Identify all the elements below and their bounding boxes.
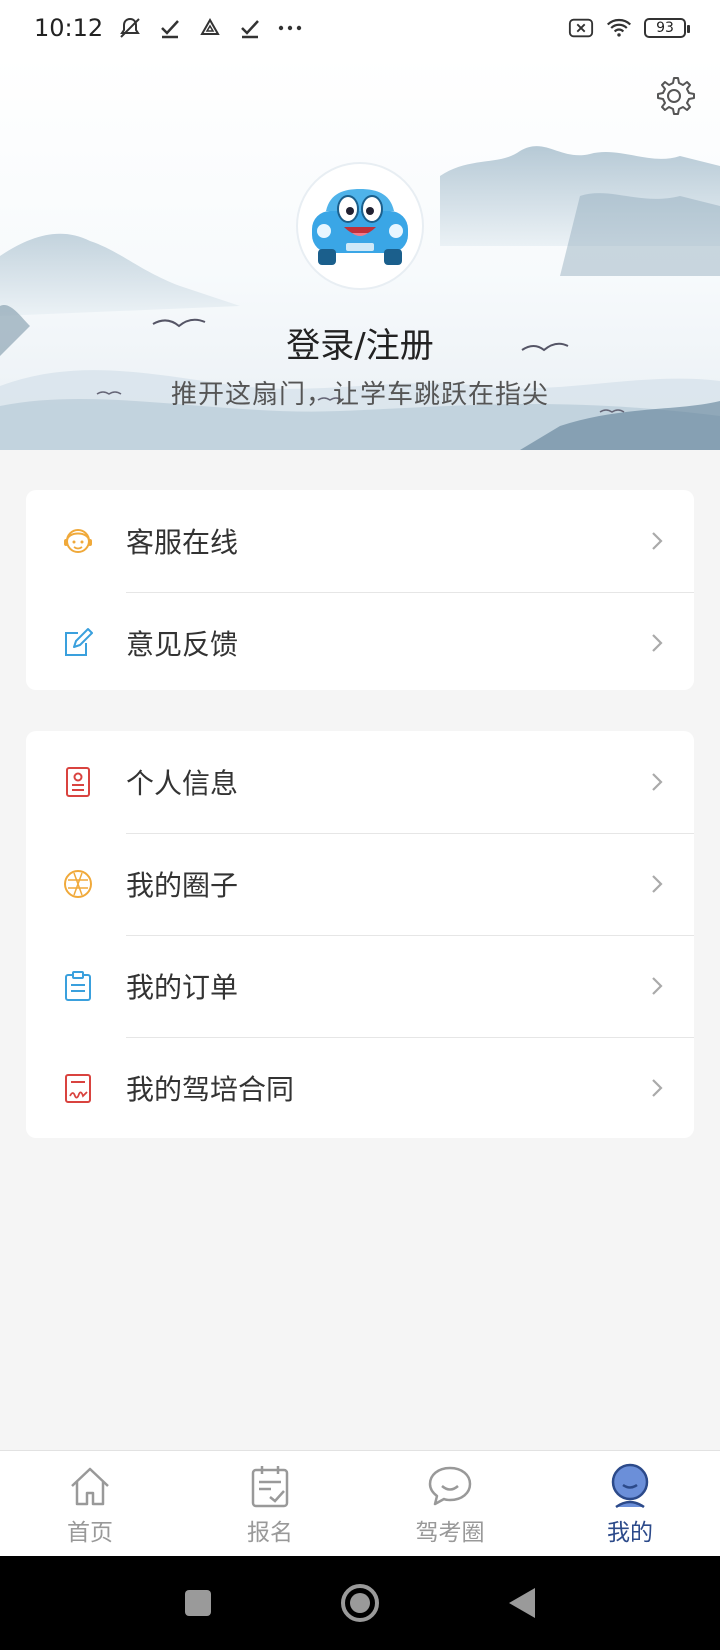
more-dots-icon xyxy=(277,15,303,41)
home-circle-icon xyxy=(341,1584,379,1622)
chevron-right-icon xyxy=(652,875,663,893)
menu-item-contract[interactable]: 我的驾培合同 xyxy=(26,1037,694,1139)
profile-header: 登录/注册 推开这扇门，让学车跳跃在指尖 xyxy=(0,56,720,450)
tab-label: 我的 xyxy=(607,1520,653,1546)
muted-notification-icon xyxy=(117,15,143,41)
menu-item-customer-service[interactable]: 客服在线 xyxy=(26,490,694,592)
menu-item-label: 我的订单 xyxy=(126,971,239,1004)
settings-button[interactable] xyxy=(652,74,696,118)
chevron-right-icon xyxy=(652,1079,663,1097)
tab-label: 驾考圈 xyxy=(415,1520,485,1546)
system-navigation-bar xyxy=(0,1556,720,1650)
menu-item-personal-info[interactable]: 个人信息 xyxy=(26,731,694,833)
gear-icon xyxy=(657,77,695,115)
menu-item-label: 个人信息 xyxy=(126,767,239,800)
home-button[interactable] xyxy=(338,1581,382,1625)
status-time: 10:12 xyxy=(34,14,104,42)
menu-item-label: 我的圈子 xyxy=(126,869,239,902)
chevron-right-icon xyxy=(652,773,663,791)
menu-group-personal: 个人信息 我的圈子 我的订单 我的驾培合同 xyxy=(26,731,694,1138)
signup-checklist-icon xyxy=(247,1463,293,1509)
menu-group-service: 客服在线 意见反馈 xyxy=(26,490,694,690)
recents-square-icon xyxy=(185,1590,211,1616)
check-icon xyxy=(237,15,263,41)
status-right: 93 xyxy=(568,15,690,41)
clipboard-icon xyxy=(62,970,94,1002)
battery-level: 93 xyxy=(656,20,674,36)
wifi-icon xyxy=(606,15,632,41)
user-face-icon xyxy=(607,1463,653,1509)
menu-item-my-orders[interactable]: 我的订单 xyxy=(26,935,694,1037)
avatar[interactable] xyxy=(296,162,424,290)
sim-off-icon xyxy=(568,15,594,41)
recents-button[interactable] xyxy=(176,1581,220,1625)
menu-item-label: 意见反馈 xyxy=(126,628,239,661)
login-register-link[interactable]: 登录/注册 xyxy=(0,318,720,367)
menu-item-feedback[interactable]: 意见反馈 xyxy=(26,592,694,694)
tab-label: 首页 xyxy=(67,1520,113,1546)
chevron-right-icon xyxy=(652,532,663,550)
home-icon xyxy=(67,1463,113,1509)
circle-icon xyxy=(62,868,94,900)
status-bar: 10:12 93 xyxy=(0,0,720,56)
back-triangle-icon xyxy=(509,1588,535,1618)
edit-feedback-icon xyxy=(62,627,94,659)
bottom-tab-bar: 首页 报名 驾考圈 我的 xyxy=(0,1450,720,1557)
drive-icon xyxy=(197,15,223,41)
menu-item-label: 我的驾培合同 xyxy=(126,1073,295,1106)
tab-signup[interactable]: 报名 xyxy=(180,1451,360,1557)
tab-driving-circle[interactable]: 驾考圈 xyxy=(360,1451,540,1557)
chevron-right-icon xyxy=(652,977,663,995)
check-icon xyxy=(157,15,183,41)
car-mascot-avatar xyxy=(312,189,408,265)
slogan-text: 推开这扇门，让学车跳跃在指尖 xyxy=(170,380,549,410)
customer-service-icon xyxy=(62,525,94,557)
menu-item-label: 客服在线 xyxy=(126,526,239,559)
profile-card-icon xyxy=(62,766,94,798)
battery-icon: 93 xyxy=(644,18,690,38)
chat-bubble-icon xyxy=(427,1463,473,1509)
menu-item-my-circle[interactable]: 我的圈子 xyxy=(26,833,694,935)
back-button[interactable] xyxy=(500,1581,544,1625)
tab-home[interactable]: 首页 xyxy=(0,1451,180,1557)
tab-mine[interactable]: 我的 xyxy=(540,1451,720,1557)
status-left: 10:12 xyxy=(34,14,303,42)
contract-icon xyxy=(62,1072,94,1104)
tab-label: 报名 xyxy=(247,1520,293,1546)
chevron-right-icon xyxy=(652,634,663,652)
